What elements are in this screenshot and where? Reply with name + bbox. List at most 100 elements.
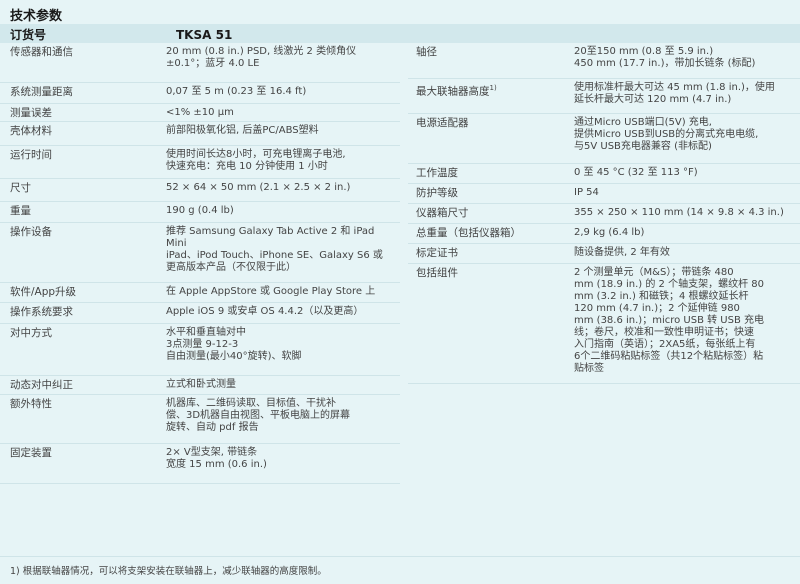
spec-label: 测量误差 xyxy=(0,104,166,121)
spec-value: 20 mm (0.8 in.) PSD, 线激光 2 类倾角仪 ±0.1°；蓝牙… xyxy=(166,46,357,69)
spec-label-text: 动态对中纠正 xyxy=(10,379,73,391)
spec-row: 电源适配器 通过Micro USB端口(5V) 充电, 提供Micro USB到U… xyxy=(408,114,800,164)
spec-label: 壳体材料 xyxy=(0,122,166,145)
spec-label-text: 工作温度 xyxy=(416,167,458,179)
spec-label-text: 尺寸 xyxy=(10,182,31,194)
spec-value: 立式和卧式测量 xyxy=(166,379,236,390)
spec-label-text: 仪器箱尺寸 xyxy=(416,207,469,219)
spec-value: 使用时间长达8小时，可充电锂离子电池, 快速充电：充电 10 分钟使用 1 小时 xyxy=(166,149,346,172)
spec-label: 软件/App升级 xyxy=(0,283,166,302)
spec-row: 防护等级 IP 54 xyxy=(408,184,800,204)
spec-label: 传感器和通信 xyxy=(0,43,166,82)
spec-label: 对中方式 xyxy=(0,324,166,375)
spec-value: 在 Apple AppStore 或 Google Play Store 上 xyxy=(166,286,376,297)
spec-row: 额外特性 机器库、二维码读取、目标值、干扰补 偿、3D机器自由视图、平板电脑上的屏… xyxy=(0,395,400,444)
spec-row: 对中方式 水平和垂直轴对中 3点测量 9-12-3 自由测量(最小40°旋转)、软… xyxy=(0,324,400,376)
spec-label: 操作系统要求 xyxy=(0,303,166,323)
spec-label: 运行时间 xyxy=(0,146,166,178)
spec-label-text: 重量 xyxy=(10,205,31,217)
spec-label-text: 轴径 xyxy=(416,46,437,58)
spec-value: Apple iOS 9 或安卓 OS 4.4.2（以及更高） xyxy=(166,306,364,317)
spec-label-text: 额外特性 xyxy=(10,398,52,410)
spec-row: 最大联轴器高度1) 使用标准杆最大可达 45 mm (1.8 in.)，使用 延长… xyxy=(408,79,800,114)
spec-row: 操作设备 推荐 Samsung Galaxy Tab Active 2 和 iPa… xyxy=(0,223,400,283)
spec-label: 标定证书 xyxy=(408,244,574,263)
spec-value: 355 × 250 × 110 mm (14 × 9.8 × 4.3 in.) xyxy=(574,207,784,218)
spec-label: 电源适配器 xyxy=(408,114,574,163)
spec-value: 水平和垂直轴对中 3点测量 9-12-3 自由测量(最小40°旋转)、软脚 xyxy=(166,327,302,362)
spec-label: 重量 xyxy=(0,202,166,222)
spec-value: 前部阳极氧化铝, 后盖PC/ABS塑料 xyxy=(166,125,319,136)
spec-column-right: 轴径 20至150 mm (0.8 至 5.9 in.) 450 mm (17.7… xyxy=(408,43,800,384)
spec-label: 动态对中纠正 xyxy=(0,376,166,394)
spec-label: 总重量（包括仪器箱） xyxy=(408,224,574,243)
spec-value: <1% ±10 µm xyxy=(166,107,234,118)
spec-value: 52 × 64 × 50 mm (2.1 × 2.5 × 2 in.) xyxy=(166,182,351,193)
page-title: 技术参数 xyxy=(10,9,63,24)
spec-label-text: 最大联轴器高度 xyxy=(416,85,490,98)
spec-row: 轴径 20至150 mm (0.8 至 5.9 in.) 450 mm (17.7… xyxy=(408,43,800,79)
spec-row: 固定装置 2× V型支架, 带链条 宽度 15 mm (0.6 in.) xyxy=(0,444,400,484)
spec-row: 系统测量距离 0,07 至 5 m (0.23 至 16.4 ft) xyxy=(0,83,400,104)
spec-value: 使用标准杆最大可达 45 mm (1.8 in.)，使用 延长杆最大可达 120… xyxy=(574,82,775,105)
spec-label-text: 系统测量距离 xyxy=(10,86,73,98)
spec-row: 操作系统要求 Apple iOS 9 或安卓 OS 4.4.2（以及更高） xyxy=(0,303,400,324)
spec-row: 仪器箱尺寸 355 × 250 × 110 mm (14 × 9.8 × 4.3 … xyxy=(408,204,800,224)
spec-label-text: 测量误差 xyxy=(10,107,52,119)
spec-label-text: 操作设备 xyxy=(10,226,52,238)
spec-label-text: 壳体材料 xyxy=(10,125,52,137)
spec-value: 2× V型支架, 带链条 宽度 15 mm (0.6 in.) xyxy=(166,447,267,470)
spec-column-left: 传感器和通信 20 mm (0.8 in.) PSD, 线激光 2 类倾角仪 ±0… xyxy=(0,43,400,484)
spec-value: 推荐 Samsung Galaxy Tab Active 2 和 iPad Mi… xyxy=(166,226,383,273)
spec-row: 测量误差 <1% ±10 µm xyxy=(0,104,400,122)
order-number-row: 订货号 TKSA 51 xyxy=(0,24,800,43)
spec-row: 工作温度 0 至 45 °C (32 至 113 °F) xyxy=(408,164,800,184)
spec-label-text: 软件/App升级 xyxy=(10,286,77,298)
spec-row: 壳体材料 前部阳极氧化铝, 后盖PC/ABS塑料 xyxy=(0,122,400,146)
spec-label: 工作温度 xyxy=(408,164,574,183)
footnote: 1) 根据联轴器情况，可以将支架安装在联轴器上，减少联轴器的高度限制。 xyxy=(10,566,327,577)
spec-label: 包括组件 xyxy=(408,264,574,383)
spec-value: 2 个测量单元（M&S）；带链条 480 mm (18.9 in.) 的 2 个… xyxy=(574,267,765,374)
order-number-value: TKSA 51 xyxy=(176,28,233,42)
spec-label-text: 传感器和通信 xyxy=(10,46,73,58)
spec-value: IP 54 xyxy=(574,187,599,198)
spec-value: 0 至 45 °C (32 至 113 °F) xyxy=(574,167,698,178)
spec-value: 190 g (0.4 lb) xyxy=(166,205,234,216)
spec-label-text: 总重量（包括仪器箱） xyxy=(416,227,521,239)
spec-label-text: 标定证书 xyxy=(416,247,458,259)
spec-value: 机器库、二维码读取、目标值、干扰补 偿、3D机器自由视图、平板电脑上的屏幕 旋转… xyxy=(166,398,351,433)
spec-row: 尺寸 52 × 64 × 50 mm (2.1 × 2.5 × 2 in.) xyxy=(0,179,400,202)
spec-label-text: 电源适配器 xyxy=(416,117,469,129)
footnote-divider xyxy=(0,556,800,557)
spec-label: 最大联轴器高度1) xyxy=(408,79,574,113)
spec-row: 总重量（包括仪器箱） 2,9 kg (6.4 lb) xyxy=(408,224,800,244)
spec-label: 尺寸 xyxy=(0,179,166,201)
spec-label-text: 运行时间 xyxy=(10,149,52,161)
spec-row: 传感器和通信 20 mm (0.8 in.) PSD, 线激光 2 类倾角仪 ±0… xyxy=(0,43,400,83)
spec-label-text: 包括组件 xyxy=(416,267,458,279)
footnote-marker: 1) xyxy=(489,84,497,92)
spec-label-text: 操作系统要求 xyxy=(10,306,73,318)
spec-label-text: 固定装置 xyxy=(10,447,52,459)
spec-value: 0,07 至 5 m (0.23 至 16.4 ft) xyxy=(166,86,307,97)
spec-value: 2,9 kg (6.4 lb) xyxy=(574,227,645,238)
spec-label: 额外特性 xyxy=(0,395,166,443)
spec-row: 标定证书 随设备提供, 2 年有效 xyxy=(408,244,800,264)
spec-label: 操作设备 xyxy=(0,223,166,282)
spec-row: 包括组件 2 个测量单元（M&S）；带链条 480 mm (18.9 in.) 的… xyxy=(408,264,800,384)
spec-value: 通过Micro USB端口(5V) 充电, 提供Micro USB到USB的分离… xyxy=(574,117,759,152)
spec-label-text: 防护等级 xyxy=(416,187,458,199)
spec-label: 防护等级 xyxy=(408,184,574,203)
spec-row: 软件/App升级 在 Apple AppStore 或 Google Play S… xyxy=(0,283,400,303)
spec-label: 固定装置 xyxy=(0,444,166,483)
spec-row: 重量 190 g (0.4 lb) xyxy=(0,202,400,223)
spec-label: 轴径 xyxy=(408,43,574,78)
spec-label-text: 对中方式 xyxy=(10,327,52,339)
order-number-label: 订货号 xyxy=(10,28,47,42)
spec-label: 仪器箱尺寸 xyxy=(408,204,574,223)
spec-label: 系统测量距离 xyxy=(0,83,166,103)
spec-row: 动态对中纠正 立式和卧式测量 xyxy=(0,376,400,395)
spec-row: 运行时间 使用时间长达8小时，可充电锂离子电池, 快速充电：充电 10 分钟使用 … xyxy=(0,146,400,179)
spec-value: 20至150 mm (0.8 至 5.9 in.) 450 mm (17.7 i… xyxy=(574,46,756,69)
